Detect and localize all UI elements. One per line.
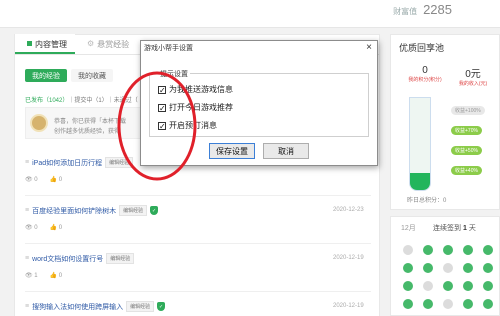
views-count: 👁 0 [25, 225, 38, 231]
divider [25, 291, 371, 292]
marker-40: 收益+40% [451, 166, 482, 175]
subtab-my-favorites[interactable]: 我的收藏 [71, 69, 113, 82]
gear-icon: ⚙ [87, 39, 95, 48]
save-button[interactable]: 保存设置 [209, 143, 255, 159]
article-date: 2020-12-19 [333, 303, 364, 309]
calendar-day[interactable] [463, 299, 473, 309]
list-item: ≡ 百度经验里面如何铲除树木 编辑经验 ✓ 👁 0 👍 0 [25, 205, 159, 231]
calendar-day[interactable] [463, 281, 473, 291]
calendar-day[interactable] [403, 299, 413, 309]
tab-content-management[interactable]: 内容管理 [15, 34, 75, 54]
pool-fill [410, 173, 430, 190]
calendar-day[interactable] [423, 281, 433, 291]
list-item: ≡ 搜狗输入法如何使用跨屏输入 编辑经验 ✓ [25, 301, 166, 312]
wealth-label: 财富值 [393, 7, 418, 16]
edit-button[interactable]: 编辑经验 [119, 205, 148, 216]
notice-line-2: 创作越多优质经验，获得 [54, 129, 121, 135]
pool-tube [409, 97, 431, 191]
article-title[interactable]: 搜狗输入法如何使用跨屏输入 [32, 302, 123, 312]
calendar-day[interactable] [403, 263, 413, 273]
pool-title: 优质回享池 [399, 43, 445, 53]
subtab-my-experience[interactable]: 我的经验 [25, 69, 67, 82]
eye-icon: 👁 [25, 225, 35, 231]
status-submitting[interactable]: 提交中（1） [74, 98, 107, 104]
annotation-ellipse [117, 71, 197, 181]
yesterday-points: 昨日总积分：0 [407, 198, 447, 204]
marker-100: 收益+100% [451, 106, 485, 115]
streak-display: 连续签到 1 天 [433, 225, 476, 232]
calendar-day[interactable] [443, 281, 453, 291]
views-count: 👁 1 [25, 273, 38, 279]
status-published[interactable]: 已发布（1042） [25, 98, 68, 104]
dialog-title-bar: 游戏小帮手设置 [141, 41, 377, 55]
cancel-button[interactable]: 取消 [263, 143, 309, 159]
likes-count: 👍 0 [49, 225, 63, 231]
article-title[interactable]: 百度经验里面如何铲除树木 [32, 206, 116, 216]
wealth-value: 2285 [423, 2, 452, 17]
calendar-day[interactable] [483, 263, 493, 273]
article-date: 2020-12-23 [333, 207, 364, 213]
thumb-icon: 👍 [49, 273, 59, 279]
likes-count: 👍 0 [49, 273, 63, 279]
likes-count: 👍 0 [49, 177, 63, 183]
calendar-day[interactable] [443, 263, 453, 273]
eye-icon: 👁 [25, 177, 35, 183]
calendar-day[interactable] [443, 245, 453, 255]
edit-button[interactable]: 编辑经验 [126, 301, 155, 312]
reward-pool-panel: 优质回享池 0 我的积分(积分) 0元 我的收入(元) 收益+100% 收益+7… [390, 34, 500, 210]
calendar-day[interactable] [403, 245, 413, 255]
close-icon[interactable]: × [366, 42, 372, 53]
checkin-calendar: 12月 连续签到 1 天 [390, 216, 500, 316]
grid-icon [27, 41, 32, 46]
stat-income: 0元 我的收入(元) [458, 69, 488, 87]
calendar-day[interactable] [463, 245, 473, 255]
shield-icon: ✓ [150, 206, 159, 215]
calendar-day[interactable] [423, 245, 433, 255]
thumb-icon: 👍 [49, 177, 59, 183]
calendar-day[interactable] [403, 281, 413, 291]
calendar-day[interactable] [423, 299, 433, 309]
edit-button[interactable]: 编辑经验 [106, 253, 135, 264]
medal-icon [30, 114, 48, 132]
article-title[interactable]: word文档如何设置行号 [32, 254, 103, 264]
top-bar: 财富值 2285 [0, 0, 500, 28]
article-date: 2020-12-19 [333, 255, 364, 261]
marker-50: 收益+50% [451, 146, 482, 155]
calendar-day[interactable] [483, 281, 493, 291]
list-item: ≡ word文档如何设置行号 编辑经验 👁 1 👍 0 [25, 253, 365, 279]
calendar-day[interactable] [483, 245, 493, 255]
calendar-day[interactable] [463, 263, 473, 273]
views-count: 👁 0 [25, 177, 38, 183]
tab-bounty[interactable]: ⚙ 悬赏经验 [75, 34, 137, 54]
dialog-title: 游戏小帮手设置 [144, 45, 193, 52]
calendar-day[interactable] [483, 299, 493, 309]
wealth-display: 财富值 2285 [393, 2, 452, 17]
calendar-day[interactable] [443, 299, 453, 309]
eye-icon: 👁 [25, 273, 35, 279]
divider [25, 243, 371, 244]
calendar-month: 12月 [401, 225, 416, 232]
stat-points: 0 我的积分(积分) [408, 65, 442, 83]
article-title[interactable]: iPad如何添加日历行程 [32, 158, 102, 168]
calendar-day[interactable] [423, 263, 433, 273]
thumb-icon: 👍 [49, 225, 59, 231]
marker-70: 收益+70% [451, 126, 482, 135]
divider [25, 195, 371, 196]
shield-icon: ✓ [157, 302, 166, 311]
